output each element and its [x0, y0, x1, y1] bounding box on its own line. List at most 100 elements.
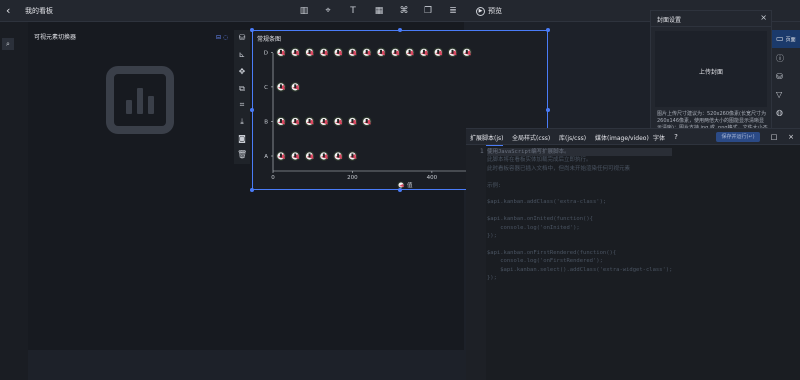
data-point-glyph	[294, 84, 297, 89]
board-title: 我的看板	[25, 7, 53, 15]
x-tick-label: 0	[271, 175, 275, 181]
tab-info[interactable]: ⓘ	[772, 50, 800, 68]
search-icon[interactable]: ⌕	[2, 38, 14, 50]
close-icon[interactable]: ×	[760, 13, 767, 22]
tab-global-css[interactable]: 全局样式(css)	[512, 133, 550, 142]
copy-icon[interactable]: ❐	[422, 5, 434, 17]
script-editor: 扩展脚本(js) 全局样式(css) 库(js/css) 媒体(image/vi…	[466, 128, 800, 380]
chevron-left-icon[interactable]: ‹	[6, 4, 18, 18]
code-area[interactable]: 使用JavaScript编写扩展脚本。 此脚本将在看板实体加载完成后立即执行。 此时…	[487, 148, 673, 283]
y-tick-label: D	[264, 50, 268, 56]
play-icon: ▶	[476, 6, 485, 16]
bar-chart-icon[interactable]: ▥	[298, 5, 310, 17]
selection-marks: ⊟ ◌	[216, 34, 229, 41]
panel-header: 封面设置 ×	[651, 11, 771, 27]
line-gutter	[466, 145, 486, 380]
resize-handle[interactable]	[546, 28, 550, 32]
preview-button[interactable]: ▶ 预览	[476, 5, 502, 17]
data-point-glyph	[380, 49, 383, 54]
y-tick-label: A	[264, 154, 268, 160]
code-line: $api.kanban.onFirstRendered(function(){	[487, 249, 617, 256]
table-icon[interactable]: ▦	[373, 5, 385, 17]
legend-label: 值	[407, 181, 413, 189]
layers-icon[interactable]: ≣	[447, 5, 459, 17]
data-point-glyph	[279, 118, 282, 123]
data-point-glyph	[322, 49, 325, 54]
tab-fonts[interactable]: 字体	[653, 133, 665, 142]
tab-page-label: 页面	[785, 37, 796, 43]
data-point-glyph	[465, 49, 468, 54]
database-icon[interactable]: ⛁	[237, 33, 247, 43]
tab-theme[interactable]: ◍	[772, 104, 800, 122]
resize-handle[interactable]	[398, 188, 402, 192]
maximize-icon[interactable]: □	[769, 132, 779, 142]
data-point-glyph	[365, 118, 368, 123]
text-icon[interactable]: T	[347, 5, 359, 17]
crop-icon[interactable]: ⌗	[237, 100, 247, 110]
move-icon[interactable]: ✥	[237, 67, 247, 77]
close-icon[interactable]: ×	[786, 132, 796, 142]
code-line: $api.kanban.select().addClass('extra-wid…	[487, 266, 673, 273]
map-pin-icon[interactable]: ⌖	[322, 5, 334, 17]
code-line: });	[487, 233, 497, 240]
tab-media[interactable]: 媒体(image/video)	[595, 133, 649, 142]
bar-chart-placeholder-icon	[106, 66, 174, 134]
code-line: console.log('onFirstRendered');	[487, 258, 603, 265]
database-icon: ⛁	[776, 72, 783, 81]
data-point-glyph	[451, 49, 454, 54]
tab-page[interactable]: ▭ 页面	[772, 30, 800, 48]
code-line: 此脚本将在看板实体加载完成后立即执行。	[487, 157, 592, 164]
code-line: 此时看板容器已插入文档中，但尚未开始渲染任何可视元素	[487, 165, 631, 172]
code-line: 使用JavaScript编写扩展脚本。	[487, 148, 673, 157]
data-point-glyph	[408, 49, 411, 54]
data-point-glyph	[351, 49, 354, 54]
chart-axis-icon[interactable]: ⊾	[237, 50, 247, 60]
data-point-glyph	[294, 49, 297, 54]
trash-icon[interactable]: 🗑	[237, 150, 247, 160]
data-point-glyph	[322, 118, 325, 123]
help-icon[interactable]: ?	[671, 132, 681, 142]
save-run-button[interactable]: 保存并运行(↵)	[716, 132, 760, 142]
x-tick-label: 400	[427, 175, 438, 181]
data-point-glyph	[308, 118, 311, 123]
palette-icon: ◍	[776, 108, 783, 117]
code-line: $api.kanban.addClass('extra-class');	[487, 199, 607, 206]
data-point-glyph	[279, 153, 282, 158]
download-icon[interactable]: ⤓	[237, 117, 247, 127]
chart-toolbar: ⛁ ⊾ ✥ ⧉ ⌗ ⤓ ◙ 🗑	[234, 30, 250, 164]
upload-cover-button[interactable]: 上传封面	[655, 31, 767, 107]
tab-data[interactable]: ⛁	[772, 68, 800, 86]
tab-library[interactable]: 库(js/css)	[559, 133, 586, 142]
data-point-glyph	[337, 153, 340, 158]
data-point-glyph	[337, 49, 340, 54]
data-point-glyph	[351, 153, 354, 158]
data-point-glyph	[337, 118, 340, 123]
code-line: });	[487, 275, 497, 282]
data-point-glyph	[394, 49, 397, 54]
data-point-glyph	[365, 49, 368, 54]
duplicate-icon[interactable]: ⧉	[237, 84, 247, 94]
data-point-glyph	[308, 49, 311, 54]
resize-handle[interactable]	[250, 108, 254, 112]
resize-handle[interactable]	[250, 188, 254, 192]
resize-handle[interactable]	[546, 108, 550, 112]
monitor-icon: ▭	[776, 34, 784, 43]
code-line: 示例:	[487, 182, 502, 189]
data-point-glyph	[294, 118, 297, 123]
code-line: $api.kanban.onInited(function(){	[487, 216, 593, 223]
editor-tabs: 扩展脚本(js) 全局样式(css) 库(js/css) 媒体(image/vi…	[466, 129, 800, 146]
command-icon[interactable]: ⌘	[398, 5, 410, 17]
info-icon: ⓘ	[776, 54, 784, 63]
data-point-glyph	[294, 153, 297, 158]
data-point-glyph	[322, 153, 325, 158]
upload-label: 上传封面	[698, 69, 723, 76]
switcher-title: 可视元素切换器	[34, 34, 77, 41]
x-tick-label: 200	[347, 175, 358, 181]
resize-handle[interactable]	[250, 28, 254, 32]
camera-icon[interactable]: ◙	[237, 134, 247, 144]
resize-handle[interactable]	[398, 28, 402, 32]
tab-filter[interactable]: ▽	[772, 86, 800, 104]
